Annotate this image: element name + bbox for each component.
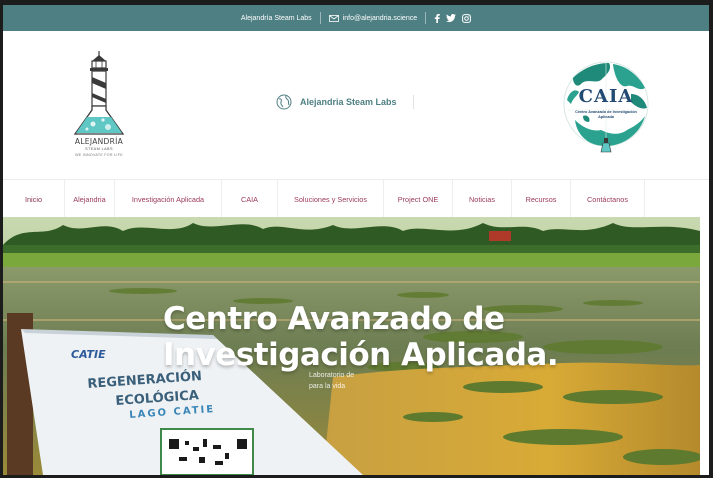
divider: [425, 12, 427, 24]
hero-title-line-2: Investigación Aplicada.: [163, 337, 559, 373]
nav-label: Noticias: [469, 194, 495, 204]
caia-title: CAIA: [578, 86, 634, 107]
nav-label: Inicio: [24, 194, 43, 204]
caia-logo[interactable]: CAIA Centro Avanzado de Investigación Ap…: [561, 58, 651, 154]
nav-label: Alejandria: [73, 194, 106, 204]
logo-name: ALEJANDRÍA: [74, 137, 124, 146]
email-text: info@alejandria.science: [342, 14, 418, 22]
logo-tagline: WE INNOVATE FOR LIFE: [75, 153, 123, 157]
alejandria-logo[interactable]: ALEJANDRÍA STEAM LABS WE INNOVATE FOR LI…: [65, 50, 133, 168]
nav-label: Investigación Aplicada: [131, 194, 205, 204]
divider: [412, 95, 414, 109]
nav-item-soluciones-servicios[interactable]: Soluciones y Servicios: [278, 180, 384, 218]
nav-item-inicio[interactable]: Inicio: [3, 180, 65, 219]
sign-brand: CATIE: [71, 348, 106, 361]
social-links: [434, 13, 472, 23]
nav-item-caia[interactable]: CAIA: [222, 180, 278, 218]
email-link[interactable]: info@alejandria.science: [328, 14, 418, 22]
nav-item-investigacion-aplicada[interactable]: Investigación Aplicada: [115, 180, 222, 218]
nav-label: CAIA: [240, 194, 259, 204]
hero-subtitle-line-1: Laboratorio de: [309, 372, 355, 379]
nav-item-contactanos[interactable]: Contáctanos: [571, 180, 645, 218]
nav-label: Project ONE: [397, 194, 439, 204]
hero-title-line-1: Centro Avanzado de: [163, 301, 505, 337]
top-bar: Alejandría Steam Labs info@alejandria.sc…: [3, 5, 709, 31]
center-brand-text: Alejandria Steam Labs: [300, 97, 397, 107]
globe-icon: [276, 94, 292, 110]
twitter-icon[interactable]: [446, 14, 457, 22]
nav-item-noticias[interactable]: Noticias: [453, 180, 512, 218]
logo-subtitle: STEAM LABS: [85, 147, 113, 151]
page-edge: [700, 217, 709, 475]
hero-subtitle-line-2: para la vida: [309, 383, 346, 390]
hero-banner: CATIE REGENERACIÓN ECOLÓGICA LAGO CATIE …: [3, 217, 700, 475]
lighthouse-flask-icon: [73, 51, 125, 135]
facebook-icon[interactable]: [434, 13, 440, 23]
center-brand[interactable]: Alejandria Steam Labs: [276, 94, 414, 110]
caia-subtitle: Centro Avanzado de Investigación Aplicad…: [575, 110, 637, 119]
nav-label: Soluciones y Servicios: [293, 194, 367, 204]
nav-item-alejandria[interactable]: Alejandria: [65, 180, 115, 218]
main-nav: Inicio Alejandria Investigación Aplicada…: [3, 179, 709, 219]
nav-item-project-one[interactable]: Project ONE: [384, 180, 453, 218]
hero-title: Centro Avanzado de Investigación Aplicad…: [163, 301, 583, 373]
instagram-icon[interactable]: [462, 13, 472, 23]
nav-label: Contáctanos: [587, 194, 628, 204]
mail-icon: [328, 14, 339, 22]
site-header: ALEJANDRÍA STEAM LABS WE INNOVATE FOR LI…: [3, 31, 709, 179]
divider: [319, 12, 321, 24]
hero-subtitle: Laboratorio de para la vida: [309, 370, 354, 392]
nav-label: Recursos: [525, 194, 557, 204]
browser-page: Alejandría Steam Labs info@alejandria.sc…: [3, 5, 709, 475]
top-bar-site-name: Alejandría Steam Labs: [240, 14, 312, 22]
nav-item-recursos[interactable]: Recursos: [512, 180, 571, 218]
